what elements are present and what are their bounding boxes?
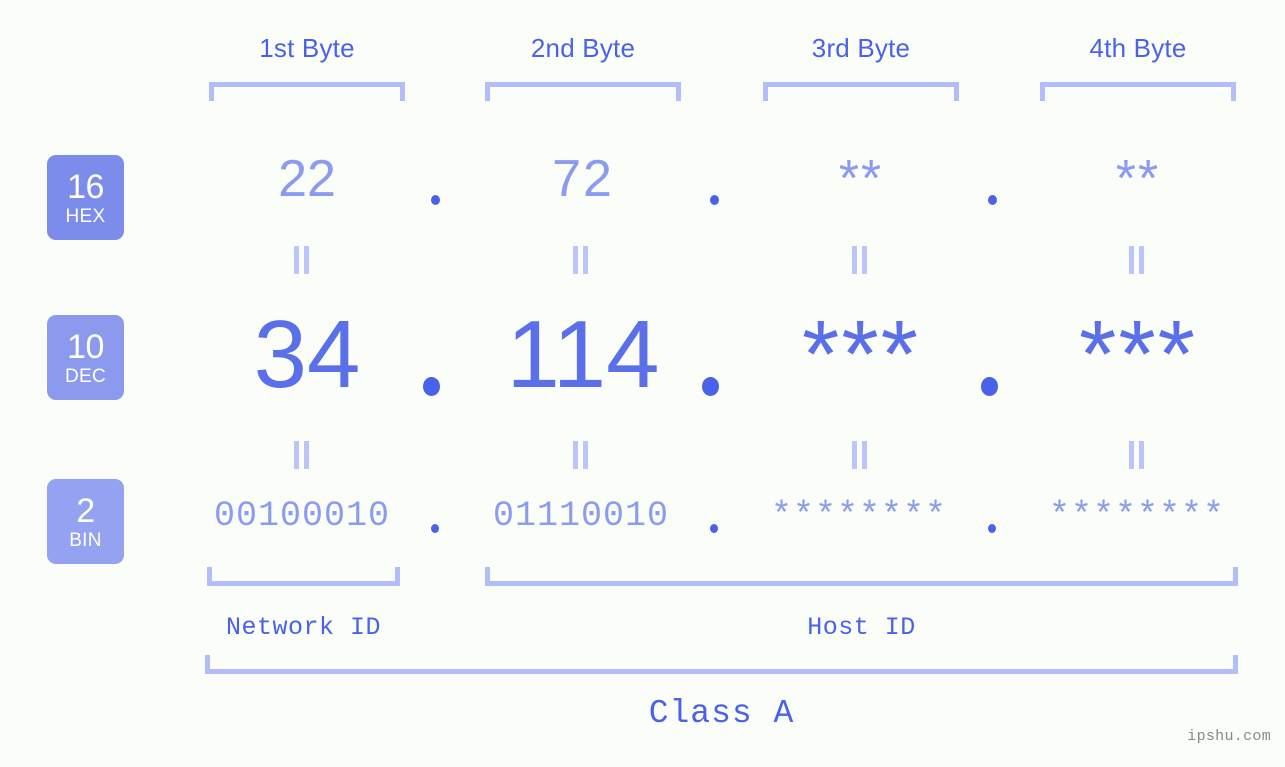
site-watermark: ipshu.com (1187, 728, 1271, 745)
radix-badge-hex-number: 16 (67, 167, 104, 206)
radix-badge-bin-name: BIN (69, 529, 102, 551)
byte-header-label-3: 3rd Byte (811, 33, 911, 63)
bin-byte-value-2: 01110010 (492, 496, 670, 536)
dec-separator-dot-3 (981, 377, 998, 396)
byte-bracket-1 (209, 82, 405, 101)
hex-separator-dot-2 (710, 195, 719, 205)
byte-bracket-2 (485, 82, 681, 101)
radix-badge-dec: 10 DEC (47, 315, 124, 400)
class-label: Class A (648, 695, 795, 732)
dec-byte-value-2: 114 (506, 301, 660, 408)
bin-byte-value-1: 00100010 (213, 496, 391, 536)
hex-byte-value-2: 72 (552, 150, 614, 208)
host-id-bracket (485, 567, 1238, 586)
byte-bracket-3 (763, 82, 959, 101)
byte-header-label-1: 1st Byte (259, 33, 355, 63)
dec-byte-value-1: 34 (253, 301, 361, 408)
radix-badge-dec-name: DEC (64, 365, 106, 387)
equals-mark-hex-dec-4 (1127, 246, 1146, 274)
equals-mark-hex-dec-1 (292, 246, 311, 274)
host-id-label: Host ID (807, 613, 916, 642)
dec-byte-value-3: *** (801, 301, 921, 408)
radix-badge-hex-name: HEX (65, 205, 106, 227)
byte-header-label-4: 4th Byte (1089, 33, 1187, 63)
byte-bracket-4 (1040, 82, 1236, 101)
network-id-label: Network ID (225, 613, 382, 642)
hex-byte-value-3: ** (838, 150, 884, 208)
equals-mark-hex-dec-2 (571, 246, 590, 274)
bin-separator-dot-2 (710, 524, 718, 533)
dec-byte-value-4: *** (1078, 301, 1198, 408)
hex-byte-value-4: ** (1115, 150, 1161, 208)
hex-byte-value-1: 22 (278, 150, 336, 208)
dec-separator-dot-2 (702, 377, 719, 396)
radix-badge-bin: 2 BIN (47, 479, 124, 564)
equals-mark-dec-bin-4 (1127, 441, 1146, 469)
equals-mark-hex-dec-3 (850, 246, 869, 274)
bin-separator-dot-1 (431, 524, 439, 533)
hex-separator-dot-1 (431, 195, 440, 205)
class-bracket (205, 655, 1238, 674)
ip-address-breakdown-diagram: 1st Byte 2nd Byte 3rd Byte 4th Byte 16 H… (0, 0, 1285, 767)
byte-header-label-2: 2nd Byte (530, 33, 636, 63)
radix-badge-hex: 16 HEX (47, 155, 124, 240)
equals-mark-dec-bin-1 (292, 441, 311, 469)
radix-badge-dec-number: 10 (67, 327, 104, 366)
bin-byte-value-3: ******** (770, 496, 948, 536)
equals-mark-dec-bin-2 (571, 441, 590, 469)
equals-mark-dec-bin-3 (850, 441, 869, 469)
network-id-bracket (207, 567, 400, 586)
bin-byte-value-4: ******** (1048, 496, 1226, 536)
bin-separator-dot-3 (988, 524, 996, 533)
hex-separator-dot-3 (988, 195, 997, 205)
dec-separator-dot-1 (423, 377, 440, 396)
radix-badge-bin-number: 2 (76, 491, 95, 530)
